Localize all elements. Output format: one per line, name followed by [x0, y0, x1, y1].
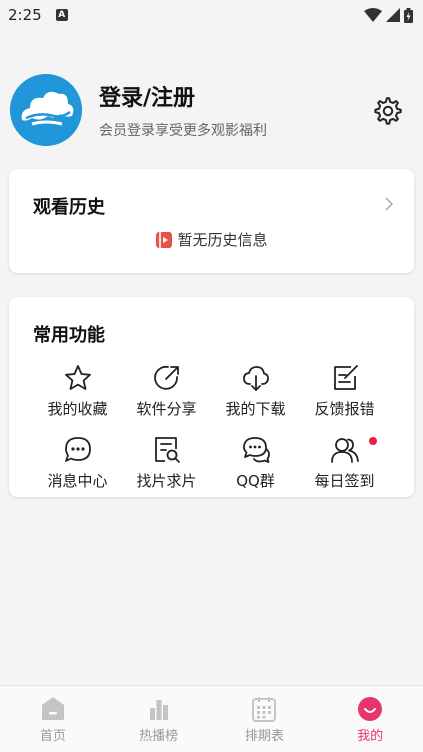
feedback-button[interactable]: 反馈报错 [300, 361, 389, 425]
login-register-title[interactable]: 登录/注册 [99, 80, 267, 112]
share-icon [153, 365, 179, 390]
messages-button[interactable]: 消息中心 [33, 433, 122, 497]
nav-mine[interactable]: 我的 [317, 686, 423, 752]
feedback-label: 反馈报错 [314, 400, 375, 418]
nav-home[interactable]: 首页 [0, 686, 106, 752]
downloads-button[interactable]: 我的下载 [211, 361, 300, 425]
nav-mine-label: 我的 [357, 728, 384, 744]
daily-checkin-button[interactable]: 每日签到 [300, 433, 389, 497]
status-indicators [364, 7, 413, 23]
chat-group-icon [242, 437, 270, 463]
status-bar: 2:25 A [0, 0, 423, 30]
history-empty-text: 暂无历史信息 [177, 231, 268, 249]
downloads-label: 我的下载 [225, 400, 286, 418]
profile-header[interactable]: 登录/注册 会员登录享受更多观影福利 [10, 72, 413, 148]
nav-home-label: 首页 [39, 728, 66, 744]
share-app-label: 软件分享 [136, 400, 197, 418]
history-card[interactable]: 观看历史 暂无历史信息 [9, 169, 414, 273]
bottom-navigation: 首页 热播榜 排期表 我的 [0, 685, 423, 752]
qq-group-button[interactable]: QQ群 [211, 433, 300, 497]
history-empty-state: 暂无历史信息 [9, 229, 414, 250]
request-movie-button[interactable]: 找片求片 [122, 433, 211, 497]
qq-group-label: QQ群 [236, 472, 275, 490]
message-icon [64, 437, 91, 462]
calendar-icon [252, 696, 277, 722]
gear-icon[interactable] [373, 96, 403, 126]
share-app-button[interactable]: 软件分享 [122, 361, 211, 425]
signal-icon [386, 8, 400, 22]
search-document-icon [154, 437, 180, 463]
battery-icon [404, 7, 413, 23]
nav-trending-label: 热播榜 [139, 728, 179, 744]
nav-trending[interactable]: 热播榜 [106, 686, 212, 752]
chevron-right-icon[interactable] [384, 197, 394, 211]
favorites-label: 我的收藏 [47, 400, 108, 418]
functions-grid: 我的收藏 软件分享 我的下载 反馈报错 消息中心 找片求片 QQ群 每日签到 [33, 361, 390, 497]
smile-icon [358, 696, 383, 721]
messages-label: 消息中心 [47, 472, 108, 490]
status-time: 2:25 [8, 6, 42, 24]
wifi-icon [364, 8, 382, 22]
star-icon [64, 365, 91, 390]
profile-text[interactable]: 登录/注册 会员登录享受更多观影福利 [99, 80, 267, 140]
functions-card: 常用功能 我的收藏 软件分享 我的下载 反馈报错 消息中心 找片求片 QQ群 每… [9, 297, 414, 497]
daily-checkin-label: 每日签到 [314, 472, 375, 490]
avatar[interactable] [10, 74, 82, 146]
history-title: 观看历史 [33, 197, 105, 218]
functions-title: 常用功能 [33, 325, 105, 346]
request-movie-label: 找片求片 [136, 472, 197, 490]
users-icon [330, 438, 359, 463]
video-book-icon [156, 231, 173, 248]
home-icon [41, 696, 64, 720]
edit-note-icon [333, 365, 358, 390]
nav-schedule[interactable]: 排期表 [212, 686, 318, 752]
cloud-download-icon [242, 366, 269, 391]
bar-chart-icon [149, 699, 168, 720]
favorites-button[interactable]: 我的收藏 [33, 361, 122, 425]
notification-icon: A [55, 9, 68, 21]
login-subtitle: 会员登录享受更多观影福利 [99, 123, 267, 139]
notification-badge [369, 437, 377, 445]
nav-schedule-label: 排期表 [244, 728, 284, 744]
cloud-logo-icon [10, 74, 82, 146]
